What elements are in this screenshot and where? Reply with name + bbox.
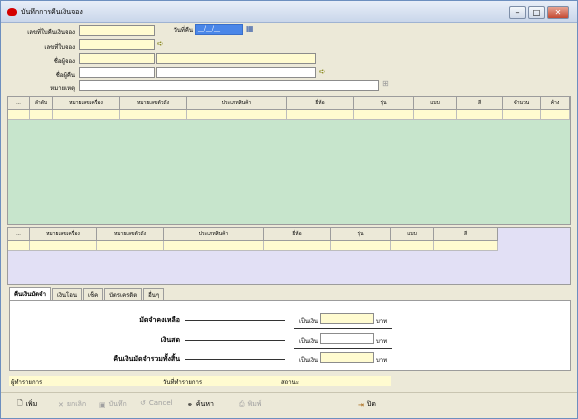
print-button[interactable]: ⎙ พิมพ์	[239, 399, 261, 410]
calendar-icon[interactable]: ▦	[246, 24, 254, 34]
close-window-button[interactable]: ✕	[547, 6, 569, 19]
binoculars-icon: ⚭	[187, 400, 193, 409]
app-icon	[7, 8, 17, 16]
receipt-number-field[interactable]	[79, 25, 155, 36]
grid-header-cell[interactable]: หมายเลขตัวถัง	[97, 228, 164, 240]
divider	[185, 359, 285, 360]
total-refund-label: คืนเงินมัดจำรวมทั้งสิ้น	[113, 355, 180, 363]
booker-code-field[interactable]	[79, 53, 155, 64]
booking-number-label: เลขที่ใบจอง	[44, 44, 75, 51]
printer-icon: ⎙	[239, 400, 245, 408]
refund-to-name-field[interactable]	[156, 67, 316, 78]
refund-to-name-label: ชื่อผู้คืน	[55, 72, 75, 79]
record-date-label: วันที่ทำรายการ	[163, 379, 203, 386]
items-grid-header: ... ลำดับ หมายเลขเครื่อง หมายเลขตัวถัง ป…	[8, 97, 570, 110]
grid-header-cell[interactable]: แบบ	[414, 97, 457, 109]
cash-field[interactable]	[320, 333, 374, 344]
deposit-balance-label: มัดจำคงเหลือ	[139, 316, 180, 324]
deposit-refund-panel: มัดจำคงเหลือ เป็นเงิน บาท เงินสด เป็นเงิ…	[9, 300, 571, 371]
maximize-button[interactable]: □	[528, 6, 545, 19]
total-refund-field[interactable]	[320, 352, 374, 363]
amount-label: เป็นเงิน	[298, 318, 318, 325]
deposit-balance-field[interactable]	[320, 313, 374, 324]
lookup-booking-icon[interactable]: ➪	[157, 39, 164, 49]
table-row[interactable]	[8, 241, 498, 251]
bottom-toolbar: 🗋 เพิ่ม ✕ ยกเลิก ▣ บันทึก ↺ Cancel ⚭ ค้นหา ⎙ พ…	[1, 392, 577, 418]
items-grid[interactable]: ... ลำดับ หมายเลขเครื่อง หมายเลขตัวถัง ป…	[7, 96, 571, 225]
save-button[interactable]: ▣ บันทึก	[99, 399, 127, 410]
floppy-icon: ▣	[99, 400, 106, 409]
status-label: สถานะ	[281, 379, 299, 386]
vehicle-grid[interactable]: ... หมายเลขเครื่อง หมายเลขตัวถัง ประเภทส…	[7, 227, 571, 285]
grid-header-cell[interactable]: สี	[434, 228, 498, 240]
receipt-number-label: เลขที่ใบคืนเงินจอง	[27, 29, 75, 36]
undo-icon: ↺	[140, 399, 146, 407]
grid-header-cell[interactable]: แบบ	[391, 228, 434, 240]
add-button[interactable]: 🗋 เพิ่ม	[17, 399, 37, 410]
grid-header-cell[interactable]: ค้าง	[541, 97, 570, 109]
grid-header-cell[interactable]: ...	[8, 228, 30, 240]
tab-cheque[interactable]: เช็ค	[82, 288, 104, 300]
grid-header-cell[interactable]: หมายเลขเครื่อง	[53, 97, 120, 109]
remark-field[interactable]	[79, 80, 379, 91]
minimize-button[interactable]: –	[509, 6, 526, 19]
grid-header-cell[interactable]: ประเภทสินค้า	[187, 97, 287, 109]
amount-label: เป็นเงิน	[298, 357, 318, 364]
grid-header-cell[interactable]: ยี่ห้อ	[287, 97, 354, 109]
grid-header-cell[interactable]: ลำดับ	[30, 97, 53, 109]
refund-date-field[interactable]: __/__/__	[195, 24, 243, 35]
grid-header-cell[interactable]: จำนวน	[503, 97, 541, 109]
cash-label: เงินสด	[160, 336, 180, 344]
currency-label: บาท	[376, 318, 388, 325]
cancel-document-button[interactable]: ✕ ยกเลิก	[58, 399, 86, 410]
divider	[185, 320, 285, 321]
currency-label: บาท	[376, 338, 388, 345]
grid-header-cell[interactable]: หมายเลขตัวถัง	[120, 97, 187, 109]
recorder-label: ผู้ทำรายการ	[11, 379, 43, 386]
refund-to-code-field[interactable]	[79, 67, 155, 78]
payment-tabs: คืนเงินมัดจำ เงินโอน เช็ค บัตรเครดิต อื่…	[9, 287, 165, 300]
grid-header-cell[interactable]: หมายเลขเครื่อง	[30, 228, 97, 240]
currency-label: บาท	[376, 357, 388, 364]
booker-name-label: ชื่อผู้จอง	[53, 58, 75, 65]
tab-credit-card[interactable]: บัตรเครดิต	[104, 288, 143, 300]
record-info-bar: ผู้ทำรายการ วันที่ทำรายการ สถานะ	[9, 376, 391, 386]
tab-transfer[interactable]: เงินโอน	[51, 288, 82, 300]
grid-header-cell[interactable]: รุ่น	[331, 228, 391, 240]
new-document-icon: 🗋	[17, 399, 23, 407]
cancel-button[interactable]: ↺ Cancel	[140, 399, 173, 407]
tab-deposit-refund[interactable]: คืนเงินมัดจำ	[9, 287, 51, 300]
booking-number-field[interactable]	[79, 39, 155, 50]
remark-label: หมายเหตุ	[50, 85, 75, 92]
tab-other[interactable]: อื่นๆ	[143, 288, 165, 300]
grid-header-cell[interactable]: สี	[457, 97, 503, 109]
table-row[interactable]	[8, 110, 570, 120]
vehicle-grid-header: ... หมายเลขเครื่อง หมายเลขตัวถัง ประเภทส…	[8, 228, 498, 241]
attach-icon[interactable]: ⊞	[382, 79, 389, 89]
search-button[interactable]: ⚭ ค้นหา	[187, 399, 214, 410]
exit-door-icon: ⇥	[358, 400, 364, 409]
close-button[interactable]: ⇥ ปิด	[358, 399, 376, 410]
title-bar[interactable]: บันทึกการคืนเงินจอง – □ ✕	[1, 1, 577, 23]
grid-header-cell[interactable]: รุ่น	[354, 97, 414, 109]
refund-date-label: วันที่คืน	[173, 27, 193, 34]
divider	[294, 328, 392, 329]
grid-header-cell[interactable]: ประเภทสินค้า	[164, 228, 264, 240]
grid-header-cell[interactable]: ...	[8, 97, 30, 109]
x-icon: ✕	[58, 400, 64, 409]
amount-label: เป็นเงิน	[298, 338, 318, 345]
grid-header-cell[interactable]: ยี่ห้อ	[264, 228, 331, 240]
divider	[294, 348, 392, 349]
lookup-customer-icon[interactable]: ➪	[319, 67, 326, 77]
refund-deposit-window: บันทึกการคืนเงินจอง – □ ✕ เลขที่ใบคืนเงิ…	[0, 0, 578, 419]
booker-name-field[interactable]	[156, 53, 316, 64]
window-title: บันทึกการคืนเงินจอง	[21, 8, 83, 16]
divider	[185, 340, 285, 341]
